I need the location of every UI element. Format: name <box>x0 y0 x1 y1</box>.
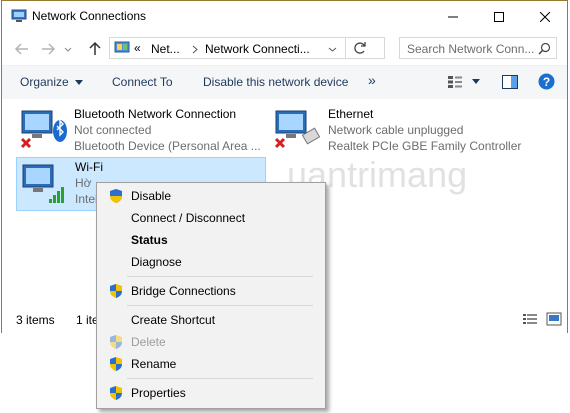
menu-item-label: Delete <box>131 335 166 349</box>
maximize-button[interactable] <box>476 1 522 32</box>
up-arrow-icon[interactable] <box>87 41 103 57</box>
large-icons-view-icon[interactable] <box>546 312 562 326</box>
menu-item-label: Disable <box>131 189 172 203</box>
connection-status: Not connected <box>74 123 152 137</box>
command-bar: Organize Connect To Disable this network… <box>2 65 567 100</box>
preview-pane-icon[interactable] <box>502 75 518 89</box>
menu-separator <box>127 378 313 379</box>
close-button[interactable] <box>522 1 568 32</box>
uac-shield-icon <box>110 386 122 400</box>
menu-item-bridge-connections[interactable]: Bridge Connections <box>99 280 323 302</box>
menu-item-create-shortcut[interactable]: Create Shortcut <box>99 309 323 331</box>
network-connections-icon <box>11 9 27 22</box>
back-arrow-icon[interactable] <box>14 41 30 57</box>
uac-shield-icon <box>110 284 122 298</box>
context-menu: Disable Connect / Disconnect Status Diag… <box>96 182 326 409</box>
uac-shield-icon <box>110 357 122 371</box>
ethernet-network-icon <box>274 110 321 149</box>
chevron-down-icon <box>75 80 84 85</box>
view-options-chevron-icon[interactable] <box>472 79 480 85</box>
connection-device: Intel <box>75 192 98 206</box>
uac-shield-icon <box>110 189 122 203</box>
connection-status: Network cable unplugged <box>328 123 464 137</box>
menu-item-label: Properties <box>131 386 186 400</box>
wifi-network-icon <box>22 164 64 203</box>
menu-item-status[interactable]: Status <box>99 229 323 251</box>
menu-item-label: Connect / Disconnect <box>131 211 246 225</box>
address-dropdown-icon[interactable] <box>328 45 337 54</box>
connection-ethernet[interactable]: Ethernet Network cable unplugged Realtek… <box>270 105 530 155</box>
menu-item-label: Create Shortcut <box>131 313 216 327</box>
menu-item-label: Status <box>131 233 168 247</box>
maximize-icon <box>494 11 504 22</box>
connection-name: Bluetooth Network Connection <box>74 107 237 121</box>
title-bar: Network Connections <box>2 1 567 32</box>
close-icon <box>540 11 550 22</box>
organize-button[interactable]: Organize <box>20 75 84 89</box>
navigation-bar: « Net... Network Connecti... Search Netw… <box>2 32 567 65</box>
details-view-icon[interactable] <box>522 312 538 326</box>
connect-to-button[interactable]: Connect To <box>112 75 173 89</box>
forward-arrow-icon[interactable] <box>40 41 56 57</box>
connection-device: Bluetooth Device (Personal Area ... <box>74 139 261 153</box>
more-commands-button[interactable]: » <box>368 72 376 88</box>
organize-label: Organize <box>20 75 69 89</box>
change-view-icon[interactable] <box>447 75 463 89</box>
search-placeholder: Search Network Conn... <box>407 42 535 56</box>
menu-separator <box>127 276 313 277</box>
disable-device-button[interactable]: Disable this network device <box>203 75 348 89</box>
address-bar[interactable]: « Net... Network Connecti... <box>109 37 385 59</box>
item-count: 3 items <box>16 313 55 327</box>
uac-shield-icon <box>110 335 122 349</box>
breadcrumb-overflow[interactable]: « <box>134 41 141 55</box>
breadcrumb-segment-network-connections[interactable]: Network Connecti... <box>205 42 310 56</box>
menu-separator <box>127 305 313 306</box>
menu-item-label: Diagnose <box>131 255 182 269</box>
menu-item-disable[interactable]: Disable <box>99 185 323 207</box>
control-panel-icon <box>114 41 130 53</box>
recent-locations-chevron-icon[interactable] <box>63 41 73 57</box>
search-input[interactable]: Search Network Conn... <box>399 37 557 59</box>
menu-item-label: Bridge Connections <box>131 284 236 298</box>
search-icon[interactable] <box>538 42 551 55</box>
menu-item-connect-disconnect[interactable]: Connect / Disconnect <box>99 207 323 229</box>
bluetooth-network-icon <box>20 110 67 149</box>
menu-item-rename[interactable]: Rename <box>99 353 323 375</box>
window-title: Network Connections <box>32 9 147 23</box>
breadcrumb-segment-network[interactable]: Net... <box>151 42 180 56</box>
minimize-icon <box>448 16 458 17</box>
minimize-button[interactable] <box>430 1 476 32</box>
menu-item-label: Rename <box>131 357 177 371</box>
connection-name: Wi-Fi <box>75 160 103 174</box>
menu-item-diagnose[interactable]: Diagnose <box>99 251 323 273</box>
refresh-icon[interactable] <box>350 38 370 58</box>
breadcrumb-separator-icon[interactable] <box>192 45 198 54</box>
menu-item-properties[interactable]: Properties <box>99 382 323 404</box>
menu-item-delete: Delete <box>99 331 323 353</box>
connection-device: Realtek PCIe GBE Family Controller <box>328 139 522 153</box>
svg-text:?: ? <box>543 75 550 89</box>
help-icon[interactable]: ? <box>538 73 555 90</box>
connection-bluetooth[interactable]: Bluetooth Network Connection Not connect… <box>16 105 266 155</box>
connection-name: Ethernet <box>328 107 374 121</box>
